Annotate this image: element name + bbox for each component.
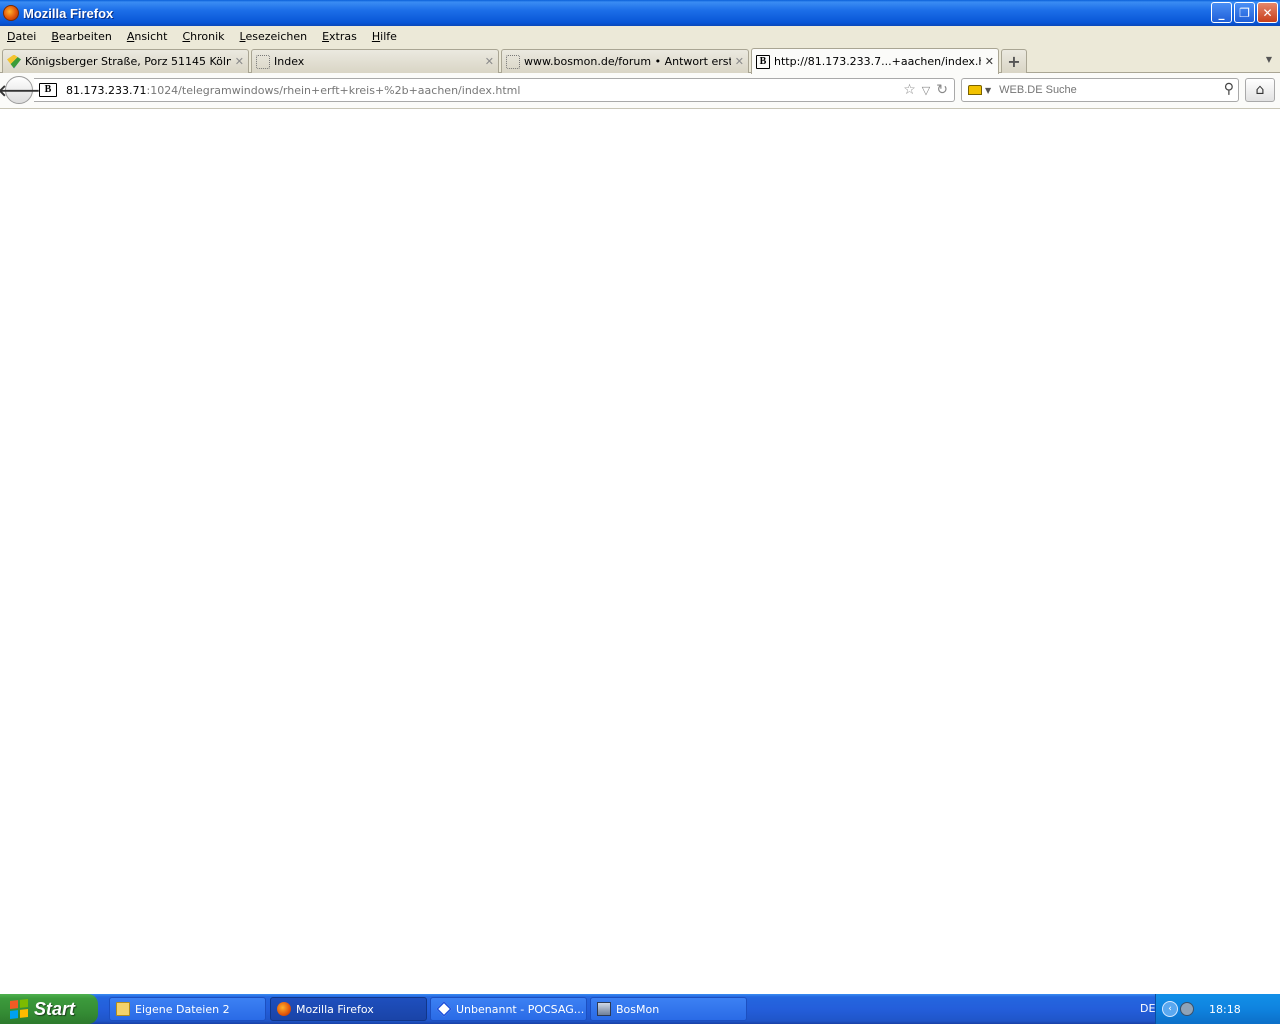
tab-bar: Königsberger Straße, Porz 51145 Köln, N.… bbox=[0, 47, 1280, 74]
close-tab-icon[interactable]: ✕ bbox=[735, 55, 744, 68]
home-button[interactable]: ⌂ bbox=[1245, 78, 1275, 102]
start-label: Start bbox=[34, 998, 76, 1019]
close-tab-icon[interactable]: ✕ bbox=[985, 55, 994, 68]
taskbar: Start Eigene Dateien 2 Mozilla Firefox U… bbox=[0, 994, 1280, 1024]
task-bosmon[interactable]: BosMon bbox=[590, 997, 747, 1021]
tab-label: Königsberger Straße, Porz 51145 Köln, N.… bbox=[25, 55, 231, 68]
task-eigene-dateien[interactable]: Eigene Dateien 2 bbox=[109, 997, 266, 1021]
tab-index[interactable]: Index ✕ bbox=[251, 49, 499, 73]
task-label: BosMon bbox=[616, 1002, 660, 1016]
window-title: Mozilla Firefox bbox=[23, 5, 114, 21]
task-label: Eigene Dateien 2 bbox=[135, 1002, 230, 1016]
menu-datei[interactable]: Datei bbox=[0, 30, 44, 43]
task-label: Unbenannt - POCSAG... bbox=[456, 1002, 585, 1016]
menu-hilfe[interactable]: Hilfe bbox=[365, 30, 405, 43]
menu-chronik[interactable]: Chronik bbox=[175, 30, 232, 43]
menu-extras[interactable]: Extras bbox=[315, 30, 365, 43]
language-indicator[interactable]: DE bbox=[1140, 1002, 1155, 1015]
url-host: 81.173.233.71 bbox=[66, 83, 147, 97]
tab-telegram-index[interactable]: B http://81.173.233.7...+aachen/index.ht… bbox=[751, 48, 999, 74]
clock: 18:18 bbox=[1209, 1002, 1241, 1016]
menu-lesezeichen[interactable]: Lesezeichen bbox=[233, 30, 316, 43]
back-button[interactable]: 🡐 bbox=[0, 76, 40, 104]
map-pin-icon bbox=[7, 54, 21, 69]
reload-icon[interactable]: ↻ bbox=[936, 82, 948, 98]
task-mozilla-firefox[interactable]: Mozilla Firefox bbox=[270, 997, 427, 1021]
pocsag-icon bbox=[436, 1001, 452, 1017]
b-site-icon: B bbox=[756, 54, 770, 69]
tab-label: Index bbox=[274, 55, 305, 68]
search-bar[interactable]: ▼ ⚲ bbox=[961, 78, 1239, 102]
back-arrow-icon: 🡐 bbox=[0, 81, 41, 100]
system-tray: DE ‹ 18:18 bbox=[1140, 994, 1280, 1024]
page-content bbox=[0, 109, 1280, 994]
menu-bearbeiten[interactable]: Bearbeiten bbox=[44, 30, 119, 43]
history-dropdown-icon[interactable]: ▽ bbox=[922, 82, 930, 98]
task-pocsag[interactable]: Unbenannt - POCSAG... bbox=[430, 997, 587, 1021]
window-controls: _ ❐ ✕ bbox=[1211, 2, 1278, 23]
tab-label: http://81.173.233.7...+aachen/index.html bbox=[774, 55, 981, 68]
minimize-button[interactable]: _ bbox=[1211, 2, 1232, 23]
search-magnifier-icon[interactable]: ⚲ bbox=[1224, 81, 1234, 97]
url-path: :1024/telegramwindows/rhein+erft+kreis+%… bbox=[146, 83, 521, 97]
search-input[interactable] bbox=[997, 83, 1213, 97]
url-bar-icons: ☆ ▽ ↻ bbox=[903, 82, 948, 98]
restore-button[interactable]: ❐ bbox=[1234, 2, 1255, 23]
menu-bar: Datei Bearbeiten Ansicht Chronik Lesezei… bbox=[0, 26, 1280, 47]
tray-expand-icon[interactable]: ‹ bbox=[1162, 1001, 1178, 1017]
window-titlebar: Mozilla Firefox _ ❐ ✕ bbox=[0, 0, 1280, 26]
blank-page-icon bbox=[256, 54, 270, 69]
windows-logo-icon bbox=[10, 999, 28, 1019]
tab-label: www.bosmon.de/forum • Antwort erstellen bbox=[524, 55, 731, 68]
firefox-icon bbox=[3, 5, 19, 21]
start-button[interactable]: Start bbox=[0, 994, 98, 1024]
folder-icon bbox=[116, 1002, 130, 1016]
close-window-button[interactable]: ✕ bbox=[1257, 2, 1278, 23]
close-tab-icon[interactable]: ✕ bbox=[485, 55, 494, 68]
blank-page-icon bbox=[506, 54, 520, 69]
bosmon-icon bbox=[597, 1002, 611, 1016]
tab-bosmon-forum[interactable]: www.bosmon.de/forum • Antwort erstellen … bbox=[501, 49, 749, 73]
firefox-icon bbox=[277, 1002, 291, 1016]
tab-koenigsberger-strasse[interactable]: Königsberger Straße, Porz 51145 Köln, N.… bbox=[2, 49, 249, 73]
engine-dropdown-icon[interactable]: ▼ bbox=[985, 86, 991, 95]
bookmark-star-icon[interactable]: ☆ bbox=[903, 82, 916, 98]
close-tab-icon[interactable]: ✕ bbox=[235, 55, 244, 68]
menu-ansicht[interactable]: Ansicht bbox=[120, 30, 176, 43]
navigation-toolbar: B 81.173.233.71:1024/telegramwindows/rhe… bbox=[0, 73, 1280, 109]
tab-list-icon[interactable]: ▼ bbox=[1266, 55, 1272, 64]
webde-engine-icon[interactable] bbox=[968, 85, 982, 95]
tray-app-icon[interactable] bbox=[1180, 1002, 1194, 1016]
home-icon: ⌂ bbox=[1255, 82, 1265, 98]
task-label: Mozilla Firefox bbox=[296, 1002, 374, 1016]
new-tab-button[interactable]: + bbox=[1001, 49, 1027, 73]
site-identity-icon[interactable]: B bbox=[39, 83, 57, 97]
url-bar[interactable]: B 81.173.233.71:1024/telegramwindows/rhe… bbox=[34, 78, 955, 102]
